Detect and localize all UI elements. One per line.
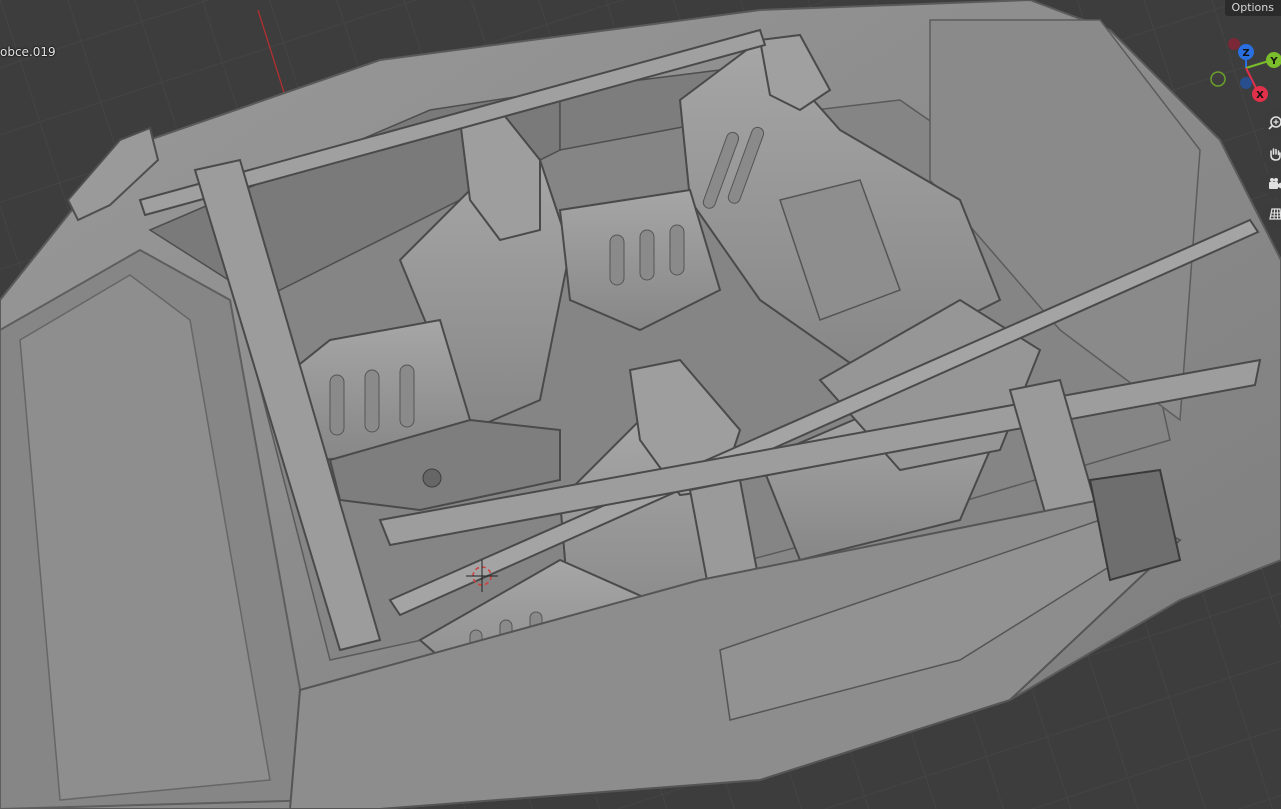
- camera-view-button[interactable]: [1262, 171, 1281, 197]
- y-axis-ball[interactable]: Y: [1266, 52, 1281, 68]
- hand-icon: [1270, 148, 1281, 161]
- zoom-button[interactable]: [1262, 110, 1281, 136]
- 3d-viewport[interactable]: obce.019 Options Z Y X: [0, 0, 1281, 809]
- neg-z-axis-ball[interactable]: [1240, 77, 1252, 89]
- camera-icon: [1269, 178, 1281, 189]
- z-axis-label: Z: [1242, 48, 1249, 59]
- viewport-scene[interactable]: [0, 0, 1281, 809]
- pan-button[interactable]: [1262, 141, 1281, 167]
- grid-icon: [1269, 208, 1281, 220]
- x-axis-label: X: [1256, 90, 1264, 101]
- zoom-icon: [1268, 116, 1281, 130]
- options-button[interactable]: Options: [1224, 0, 1281, 16]
- perspective-toggle-button[interactable]: [1262, 201, 1281, 227]
- y-axis-label: Y: [1269, 56, 1278, 67]
- navigation-gizmo[interactable]: Z Y X: [1200, 30, 1281, 110]
- active-object-name: obce.019: [0, 45, 56, 59]
- neg-y-axis-ball[interactable]: [1210, 71, 1226, 87]
- z-axis-ball[interactable]: Z: [1238, 44, 1254, 60]
- neg-x-axis-ball[interactable]: [1228, 38, 1240, 50]
- x-axis-ball[interactable]: X: [1252, 86, 1268, 102]
